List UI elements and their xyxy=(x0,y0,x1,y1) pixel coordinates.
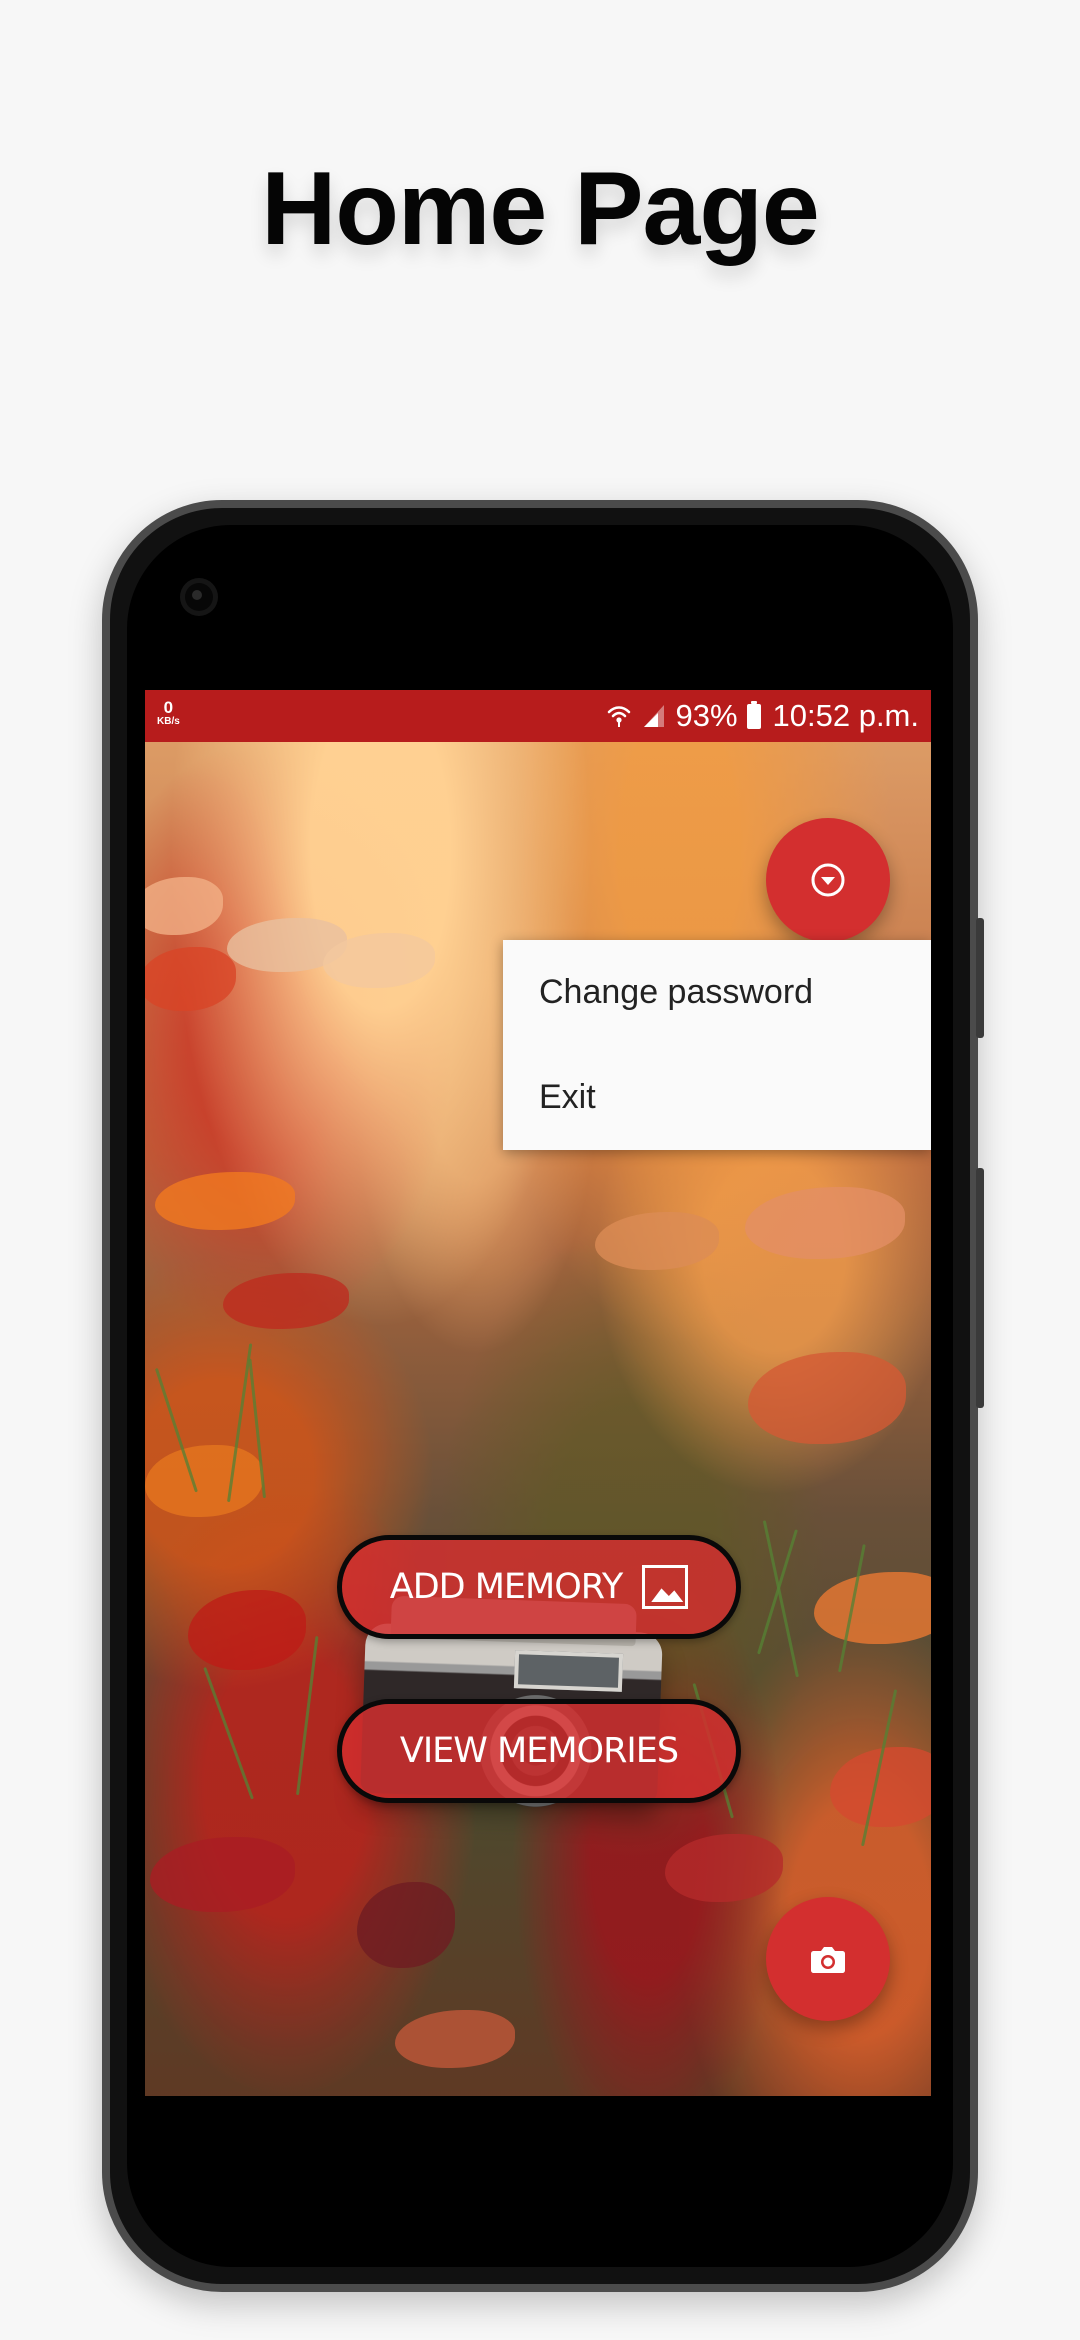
network-speed-value: 0 xyxy=(163,698,174,717)
volume-button xyxy=(976,918,984,1038)
menu-fab-button[interactable] xyxy=(766,818,890,942)
wifi-calling-icon xyxy=(608,706,631,727)
status-bar: 0 KB/s 93% 10:52 p.m. xyxy=(145,690,931,742)
menu-item-change-password[interactable]: Change password xyxy=(503,940,931,1045)
battery-percentage: 93% xyxy=(675,698,738,733)
status-indicators: 93% 10:52 p.m. xyxy=(605,698,919,733)
battery-icon xyxy=(746,700,761,729)
phone-screen: 0 KB/s 93% 10:52 p.m. Change password Ex… xyxy=(145,690,931,2096)
options-menu: Change password Exit xyxy=(503,940,931,1150)
network-speed-unit: KB/s xyxy=(157,716,180,727)
power-button xyxy=(976,1168,984,1408)
camera-icon xyxy=(811,1947,845,1973)
chevron-down-circle-icon xyxy=(811,863,845,897)
view-memories-label: VIEW MEMORIES xyxy=(399,1731,679,1771)
add-memory-button[interactable]: ADD MEMORY xyxy=(337,1535,741,1639)
front-camera-icon xyxy=(180,578,218,616)
network-speed: 0 KB/s xyxy=(157,699,180,727)
camera-fab-button[interactable] xyxy=(766,1897,890,2021)
signal-icon xyxy=(644,705,665,727)
camera-viewfinder xyxy=(513,1650,624,1692)
view-memories-button[interactable]: VIEW MEMORIES xyxy=(337,1699,741,1803)
image-icon xyxy=(642,1565,689,1609)
menu-item-exit[interactable]: Exit xyxy=(503,1045,931,1150)
status-time: 10:52 p.m. xyxy=(772,698,919,733)
page-title: Home Page xyxy=(261,151,819,267)
add-memory-label: ADD MEMORY xyxy=(389,1567,623,1607)
